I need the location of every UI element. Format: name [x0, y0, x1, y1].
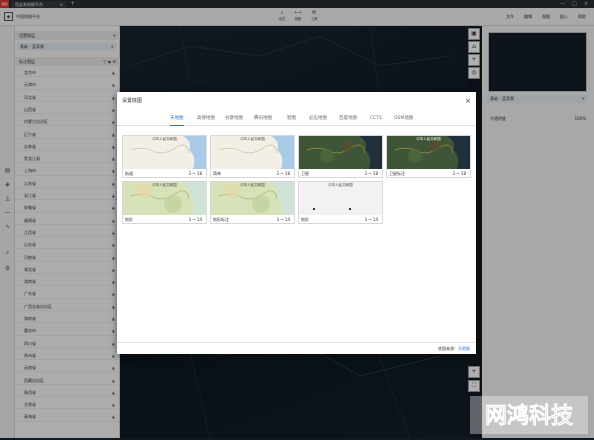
provider-tab[interactable]: CCTS — [370, 113, 382, 126]
basemap-thumbnail: 中华人民共和国 — [211, 182, 294, 215]
zoom-range: 3 ~ 18 — [188, 171, 202, 176]
watermark-text: 网鸿科技 — [485, 403, 574, 429]
dialog-footer: 底图来源：天地图 — [117, 342, 476, 354]
basemap-name: 地形 — [125, 217, 133, 222]
basemap-caption: 地形 3 ~ 14 — [123, 215, 206, 224]
thumbnail-map-label: 中华人民共和国 — [416, 137, 441, 141]
basemap-name: 卫星 — [301, 171, 309, 176]
close-dialog-button[interactable]: × — [465, 97, 471, 105]
thumbnail-map-label: 中华人民共和国 — [152, 137, 177, 141]
zoom-range: 3 ~ 18 — [364, 171, 378, 176]
basemap-thumbnail: 中华人民共和国 — [123, 182, 206, 215]
source-label: 底图来源： — [438, 346, 458, 351]
provider-tab[interactable]: 百度地图 — [339, 113, 357, 126]
basemap-card[interactable]: 中华人民共和国简单 3 ~ 18 — [210, 135, 295, 178]
basemap-dialog: 设置底图 × 天地图 高德地图 谷歌地图 腾讯地图 智图 必应地图 百度地图 CCTS OSM地… — [117, 92, 476, 354]
basemap-thumbnail: 中华人民共和国 — [387, 136, 470, 169]
provider-tab[interactable]: 高德地图 — [197, 113, 215, 126]
basemap-name: 街道 — [125, 171, 133, 176]
basemap-thumbnail: 中华人民共和国 — [299, 182, 382, 215]
basemap-caption: 卫星标注 3 ~ 18 — [387, 169, 470, 178]
zoom-range: 3 ~ 14 — [364, 217, 378, 222]
basemap-card[interactable]: 中华人民共和国街道 3 ~ 18 — [122, 135, 207, 178]
basemap-caption: 地形标注 3 ~ 14 — [211, 215, 294, 224]
basemap-name: 简单 — [213, 171, 221, 176]
basemap-caption: 街道 3 ~ 18 — [123, 169, 206, 178]
zoom-range: 3 ~ 14 — [188, 217, 202, 222]
provider-tabs: 天地图 高德地图 谷歌地图 腾讯地图 智图 必应地图 百度地图 CCTS OSM地图 — [117, 113, 476, 126]
provider-tab[interactable]: 天地图 — [170, 113, 184, 126]
zoom-range: 3 ~ 18 — [276, 171, 290, 176]
source-attribution: 底图来源：天地图 — [438, 343, 470, 354]
basemap-card[interactable]: 中华人民共和国地形 3 ~ 14 — [298, 181, 383, 224]
provider-tab[interactable]: 腾讯地图 — [254, 113, 272, 126]
basemap-name: 地形标注 — [213, 217, 229, 222]
thumbnail-map-label: 中华人民共和国 — [152, 183, 177, 187]
provider-tab[interactable]: 谷歌地图 — [225, 113, 243, 126]
zoom-range: 3 ~ 14 — [276, 217, 290, 222]
thumbnail-map-label: 中华人民共和国 — [328, 183, 353, 187]
basemap-card[interactable]: 中华人民共和国卫星标注 3 ~ 18 — [386, 135, 471, 178]
basemap-card[interactable]: 中华人民共和国地形 3 ~ 14 — [122, 181, 207, 224]
zoom-range: 3 ~ 18 — [452, 171, 466, 176]
basemap-caption: 简单 3 ~ 18 — [211, 169, 294, 178]
provider-tab[interactable]: OSM地图 — [394, 113, 413, 126]
basemap-card[interactable]: 中华人民共和国地形标注 3 ~ 14 — [210, 181, 295, 224]
basemap-thumbnail: 中华人民共和国 — [123, 136, 206, 169]
thumbnail-map-label: 中华人民共和国 — [240, 183, 265, 187]
provider-tab[interactable]: 智图 — [287, 113, 296, 126]
basemap-name: 地形 — [301, 217, 309, 222]
thumbnail-map-label: 中华人民共和国 — [240, 137, 265, 141]
basemap-caption: 卫星 3 ~ 18 — [299, 169, 382, 178]
watermark: 网鸿科技 — [470, 396, 588, 434]
basemap-thumbnail — [299, 136, 382, 169]
basemap-name: 卫星标注 — [389, 171, 405, 176]
basemap-card[interactable]: 卫星 3 ~ 18 — [298, 135, 383, 178]
dialog-title: 设置底图 — [122, 98, 143, 104]
source-link[interactable]: 天地图 — [458, 346, 470, 351]
basemap-caption: 地形 3 ~ 14 — [299, 215, 382, 224]
basemap-thumbnail: 中华人民共和国 — [211, 136, 294, 169]
provider-tab[interactable]: 必应地图 — [309, 113, 327, 126]
